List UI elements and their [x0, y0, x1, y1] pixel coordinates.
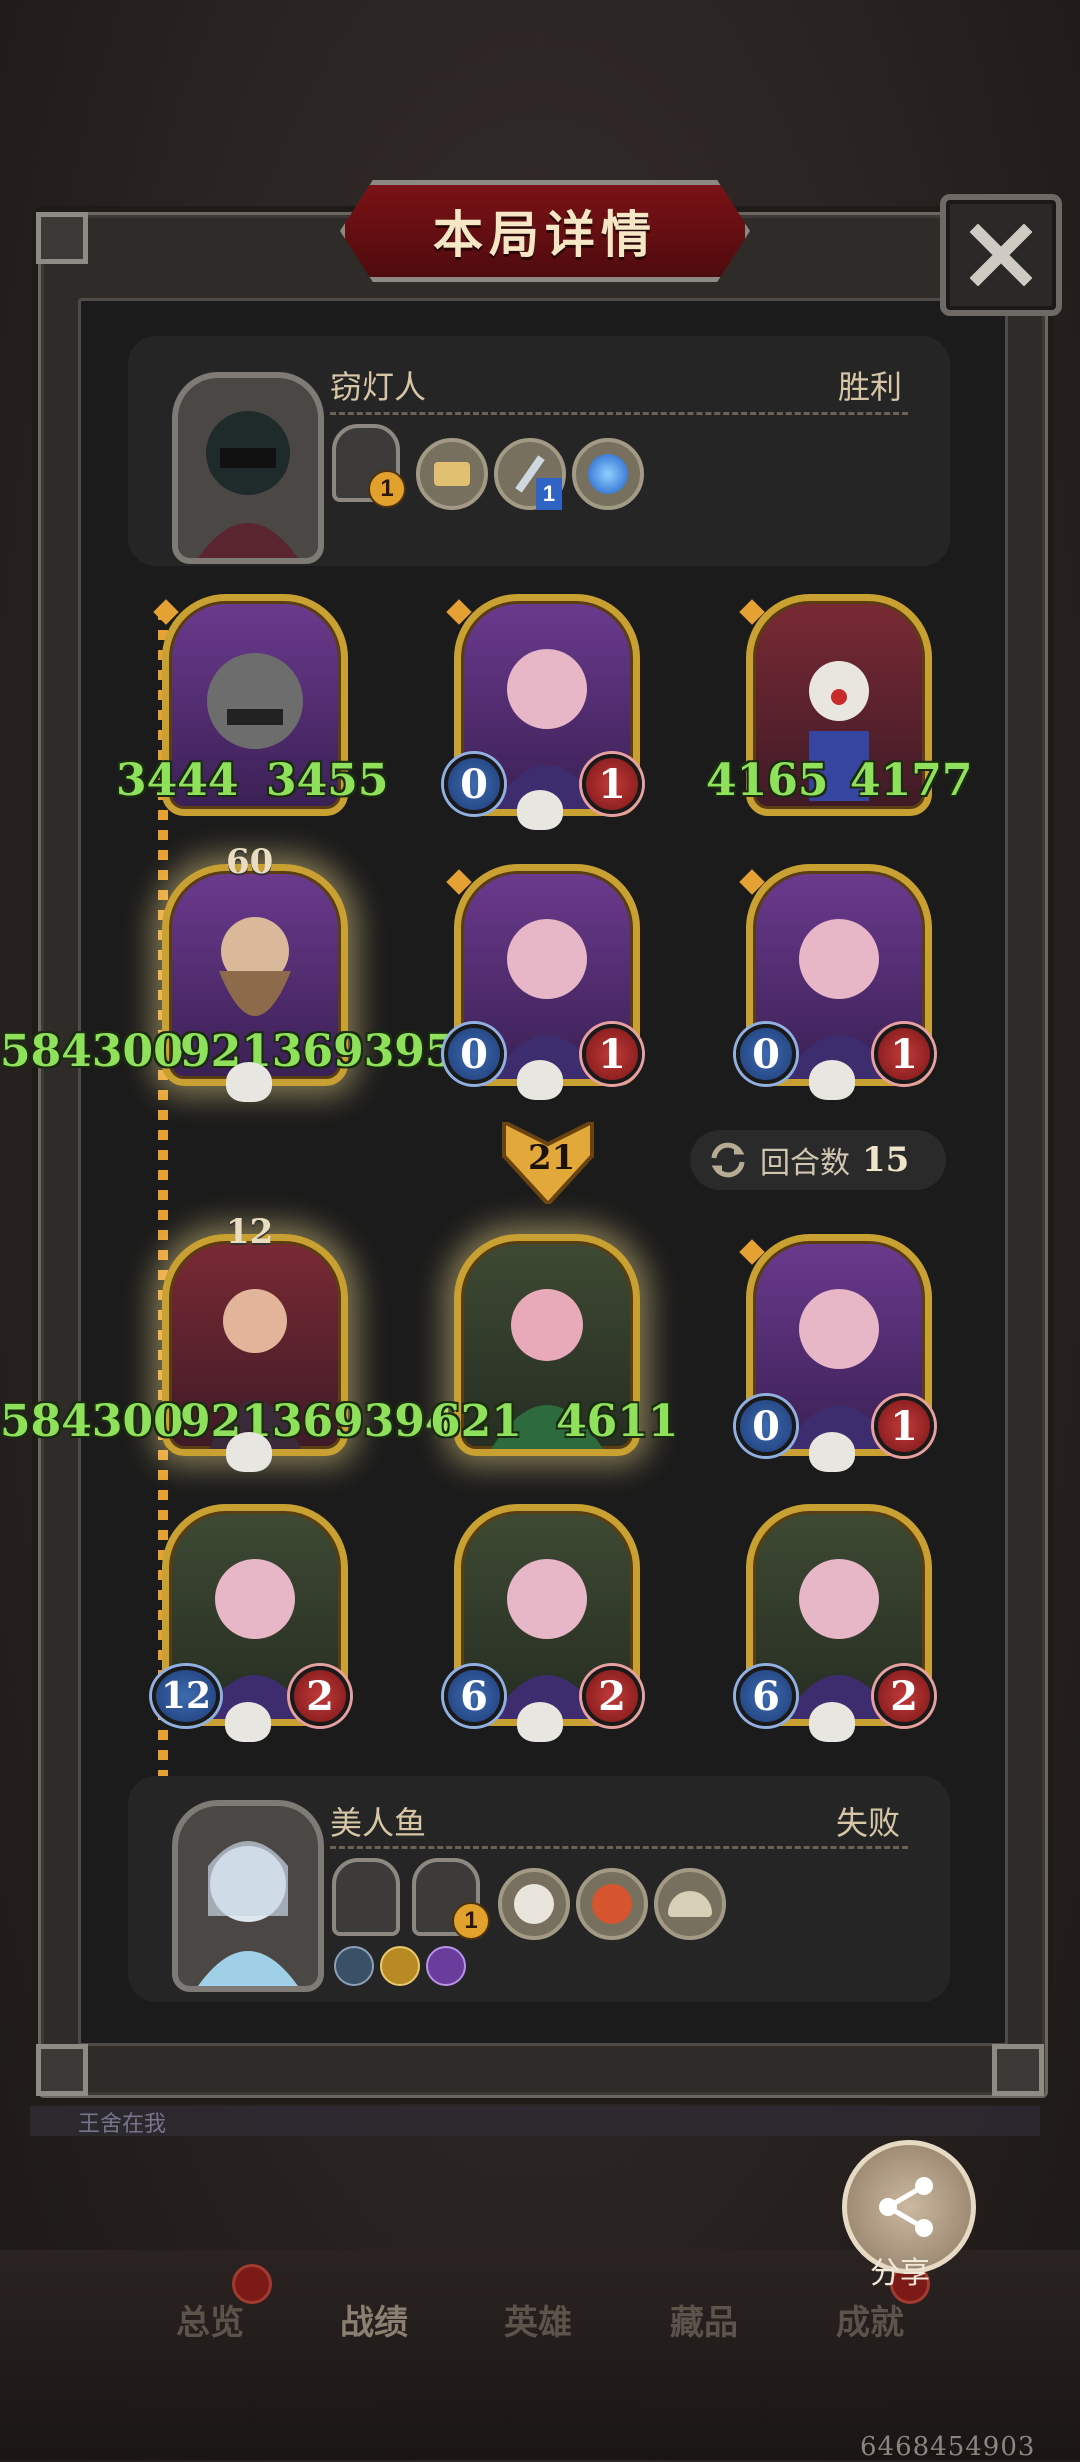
minion-attack: 0 — [736, 1396, 796, 1456]
minion-attack: 6 — [736, 1666, 796, 1726]
top-player-result: 胜利 — [838, 369, 903, 405]
nav-overview[interactable]: 总览 — [176, 2295, 244, 2344]
chat-text: 王舍在我 — [78, 2111, 167, 2136]
rounds-label: 回合数 — [760, 1147, 850, 1180]
minion-health: 1 — [874, 1024, 934, 1084]
skull-icon — [517, 1702, 563, 1742]
minion-attack: 0 — [444, 1024, 504, 1084]
divider — [330, 412, 908, 415]
bottom-player-name: 美人鱼 — [330, 1805, 427, 1841]
rounds-value: 15 — [862, 1140, 910, 1180]
bottom-player-avatar[interactable] — [172, 1800, 324, 1992]
gold-buff-icon — [380, 1946, 420, 1986]
share-icon — [879, 2177, 933, 2237]
minion-health: 9213693955 — [180, 1026, 487, 1077]
hero-power-item[interactable] — [332, 1858, 400, 1936]
top-player-name: 窃灯人 — [330, 369, 427, 405]
minion-attack: 0 — [736, 1024, 796, 1084]
minion-attack: 621 — [430, 1396, 522, 1447]
skull-icon — [226, 1432, 272, 1472]
top-player-avatar[interactable] — [172, 372, 324, 564]
title-banner: 本局详情 — [340, 180, 750, 282]
page-title: 本局详情 — [433, 207, 657, 263]
panel-corner-decoration — [36, 212, 88, 264]
divider — [330, 1846, 908, 1849]
nav-achievements[interactable]: 成就 — [836, 2295, 904, 2344]
minion-attack: 584300 — [0, 1026, 184, 1077]
item-level-badge: 1 — [452, 1902, 490, 1940]
skull-icon — [809, 1702, 855, 1742]
share-label: 分享 — [870, 2257, 930, 2290]
minion-attack: 6 — [444, 1666, 504, 1726]
minion-health: 4177 — [850, 755, 973, 806]
skull-icon — [809, 1060, 855, 1100]
sword-buff-icon — [334, 1946, 374, 1986]
minion-attack: 0 — [444, 754, 504, 814]
panel-corner-decoration — [992, 2044, 1044, 2096]
minion-health: 2 — [290, 1666, 350, 1726]
rounds-counter: 回合数 15 — [690, 1130, 946, 1190]
minion-level: 12 — [226, 1212, 274, 1252]
minion-health: 2 — [874, 1666, 934, 1726]
minion-attack: 12 — [152, 1666, 220, 1726]
minion-attack: 3444 — [116, 755, 239, 806]
chat-strip[interactable]: 王舍在我 — [30, 2106, 1040, 2136]
minion-health: 4611 — [556, 1396, 679, 1447]
skull-icon — [809, 1432, 855, 1472]
attack-count: 21 — [528, 1138, 576, 1178]
close-button[interactable] — [940, 194, 1062, 316]
footer-id: 6468454903 — [860, 2432, 1036, 2462]
minion-health: 1 — [582, 1024, 642, 1084]
nav-battle-record[interactable]: 战绩 — [340, 2295, 408, 2344]
mask-icon[interactable] — [576, 1868, 648, 1940]
repeat-icon — [711, 1142, 745, 1178]
crystal-ball-icon[interactable] — [572, 438, 644, 510]
close-icon — [970, 224, 1032, 286]
notification-dot — [232, 2264, 272, 2304]
minion-health: 3455 — [266, 755, 389, 806]
minion-health: 2 — [582, 1666, 642, 1726]
item-level-badge: 1 — [368, 470, 406, 508]
item-level-badge: 1 — [536, 478, 562, 510]
bottom-player-result: 失败 — [836, 1805, 901, 1841]
fan-icon[interactable] — [654, 1868, 726, 1940]
magic-buff-icon — [426, 1946, 466, 1986]
minion-health: 1 — [874, 1396, 934, 1456]
skull-icon — [517, 1060, 563, 1100]
skull-icon — [226, 1062, 272, 1102]
minion-attack: 4165 — [706, 755, 829, 806]
nav-heroes[interactable]: 英雄 — [504, 2295, 572, 2344]
panel-corner-decoration — [36, 2044, 88, 2096]
minion-level: 60 — [226, 842, 274, 882]
minion-attack: 584300 — [0, 1396, 184, 1447]
ticket-icon[interactable] — [416, 438, 488, 510]
nav-collection[interactable]: 藏品 — [670, 2295, 738, 2344]
skull-icon — [225, 1702, 271, 1742]
pirate-portrait-icon[interactable] — [498, 1868, 570, 1940]
minion-health: 1 — [582, 754, 642, 814]
skull-icon — [517, 790, 563, 830]
